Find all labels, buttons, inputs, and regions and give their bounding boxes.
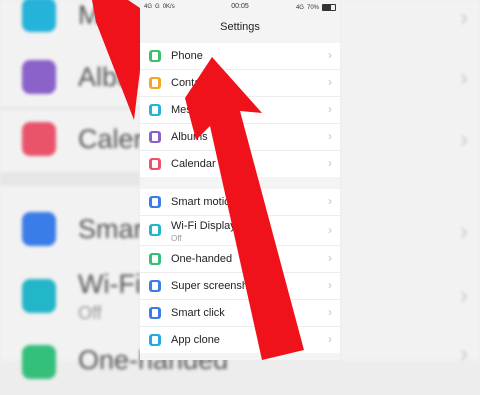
battery-icon [322, 4, 336, 11]
settings-item-label: Contacts [171, 77, 215, 89]
settings-item-app-clone[interactable]: App clone › [140, 327, 340, 353]
settings-item-label: Smart motion [171, 196, 237, 208]
settings-item-wifi-display[interactable]: Wi-Fi Display Off › [140, 216, 340, 246]
settings-item-calendar[interactable]: Calendar › [140, 151, 340, 177]
settings-item-label: Smart click [171, 307, 225, 319]
smart-motion-icon [149, 196, 161, 208]
settings-item-label: One-handed [171, 253, 233, 265]
battery-percent: 70% [306, 4, 319, 11]
settings-group-apps: Phone › Contacts › Messages › Albums › C… [140, 43, 340, 177]
settings-item-one-handed[interactable]: One-handed › [140, 246, 340, 273]
bg-chevron-icon: › [460, 126, 468, 153]
super-screenshot-icon [149, 280, 161, 292]
chevron-right-icon: › [328, 129, 332, 143]
bg-row-wifi-display: Wi-Fi Display Off [0, 265, 237, 325]
bg-chevron-icon: › [460, 340, 468, 367]
chevron-right-icon: › [328, 332, 332, 346]
settings-item-smart-motion[interactable]: Smart motion › [140, 189, 340, 216]
settings-item-albums[interactable]: Albums › [140, 124, 340, 151]
chevron-right-icon: › [328, 75, 332, 89]
bg-row-albums: Albums [0, 48, 168, 108]
settings-item-label: Phone [171, 50, 203, 62]
chevron-right-icon: › [328, 278, 332, 292]
settings-item-status: Off [171, 234, 182, 243]
settings-item-label: App clone [171, 334, 220, 346]
chevron-right-icon: › [328, 305, 332, 319]
bg-row-one-handed: One-handed [0, 335, 228, 395]
contacts-icon [149, 77, 161, 89]
bg-albums-icon [22, 60, 56, 94]
header: Settings [140, 14, 340, 40]
chevron-right-icon: › [328, 48, 332, 62]
bg-smart-motion-icon [22, 212, 56, 246]
settings-screen: 4G G 0K/s 00:05 4G 70% Settings Phone › … [140, 0, 340, 360]
settings-item-label: Albums [171, 131, 208, 143]
smart-click-icon [149, 307, 161, 319]
bg-chevron-icon: › [460, 282, 468, 309]
bg-chevron-icon: › [460, 218, 468, 245]
background-left-panel: Messages Albums Calendar Smart motion Wi… [0, 0, 239, 379]
status-bar: 4G G 0K/s 00:05 4G 70% [140, 0, 340, 14]
bg-chevron-icon: › [460, 4, 468, 31]
bg-one-handed-icon [22, 345, 56, 379]
network-type: 4G [295, 4, 304, 11]
wifi-display-icon [149, 224, 161, 236]
settings-item-label: Wi-Fi Display [171, 220, 236, 232]
bg-divider [0, 108, 140, 109]
chevron-right-icon: › [328, 223, 332, 237]
albums-icon [149, 131, 161, 143]
phone-icon [149, 50, 161, 62]
calendar-icon [149, 158, 161, 170]
bg-row-messages: Messages [0, 0, 201, 46]
settings-group-features: Smart motion › Wi-Fi Display Off › One-h… [140, 189, 340, 353]
chevron-right-icon: › [328, 194, 332, 208]
bg-row-calendar: Calendar [0, 110, 188, 170]
page-title: Settings [220, 21, 260, 33]
settings-item-contacts[interactable]: Contacts › [140, 70, 340, 97]
bg-section-gap [0, 172, 140, 186]
settings-item-messages[interactable]: Messages › [140, 97, 340, 124]
chevron-right-icon: › [328, 156, 332, 170]
settings-item-phone[interactable]: Phone › [140, 43, 340, 70]
chevron-right-icon: › [328, 102, 332, 116]
bg-sublabel: Off [78, 303, 102, 323]
app-clone-icon [149, 334, 161, 346]
bg-chevron-icon: › [460, 64, 468, 91]
chevron-right-icon: › [328, 251, 332, 265]
settings-item-label: Calendar [171, 158, 216, 170]
background-right-panel: › › › › › › [340, 0, 480, 367]
bg-messages-icon [22, 0, 56, 32]
bg-wifi-display-icon [22, 279, 56, 313]
bg-calendar-icon [22, 122, 56, 156]
bg-row-smart-motion: Smart motion [0, 200, 239, 260]
messages-icon [149, 104, 161, 116]
status-right: 4G 70% [296, 4, 336, 11]
settings-item-label: Messages [171, 104, 222, 116]
settings-item-super-screenshot[interactable]: Super screenshot › [140, 273, 340, 300]
settings-item-label: Super screenshot [171, 280, 258, 292]
one-handed-icon [149, 253, 161, 265]
settings-item-smart-click[interactable]: Smart click › [140, 300, 340, 327]
